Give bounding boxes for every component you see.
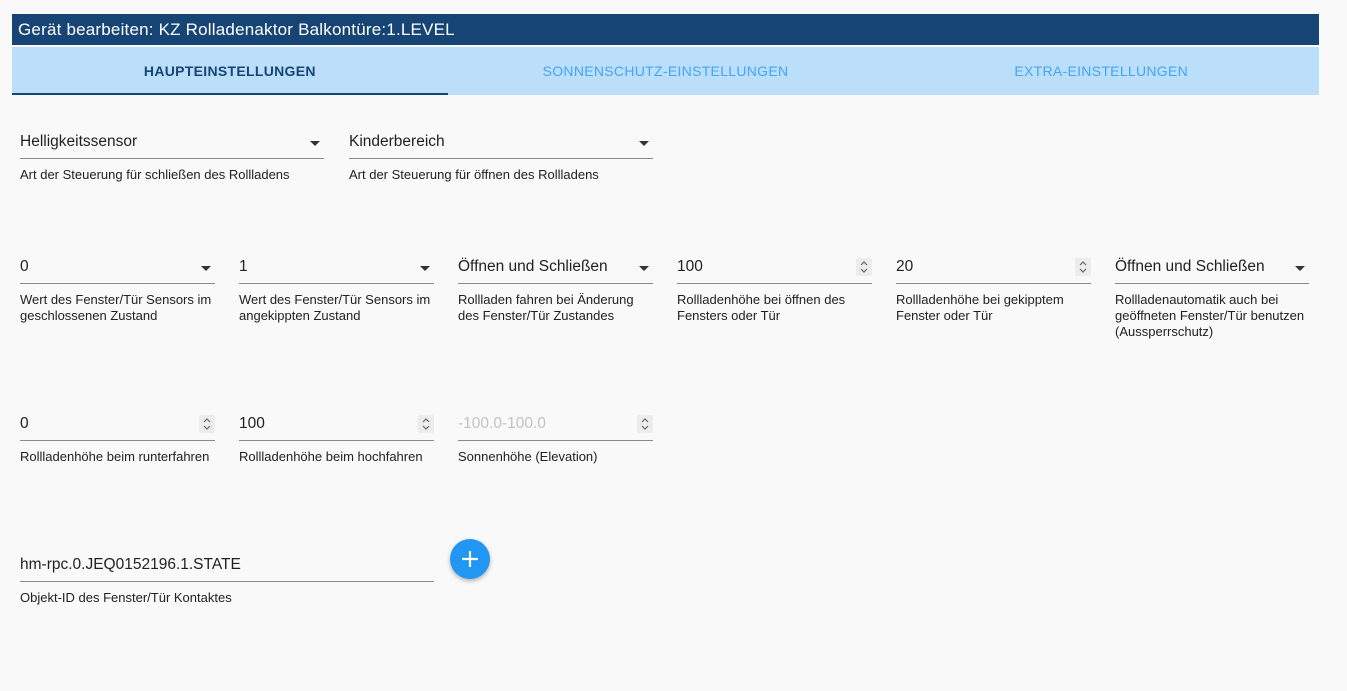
open-control-value: Kinderbereich bbox=[349, 133, 445, 150]
open-control-select[interactable]: Kinderbereich bbox=[349, 119, 653, 159]
lockout-protection-field: Öffnen und Schließen Rollladenautomatik … bbox=[1115, 244, 1309, 340]
chevron-down-icon bbox=[1295, 266, 1305, 271]
height-up-field: 100 Rollladenhöhe beim hochfahren bbox=[239, 401, 434, 465]
move-on-change-help: Rollladen fahren bei Änderung des Fenste… bbox=[458, 292, 634, 323]
spin-arrows-icon[interactable] bbox=[637, 415, 653, 433]
height-down-value: 0 bbox=[20, 415, 29, 432]
sensor-tilted-help: Wert des Fenster/Tür Sensors im angekipp… bbox=[239, 292, 431, 323]
height-tilted-input[interactable]: 20 bbox=[896, 244, 1091, 284]
sun-elevation-help: Sonnenhöhe (Elevation) bbox=[458, 449, 598, 464]
sensor-closed-value: 0 bbox=[20, 258, 29, 275]
move-on-change-select[interactable]: Öffnen und Schließen bbox=[458, 244, 653, 284]
sensor-tilted-value: 1 bbox=[239, 258, 248, 275]
tab-bar: HAUPTEINSTELLUNGEN SONNENSCHUTZ-EINSTELL… bbox=[12, 47, 1319, 95]
height-open-input[interactable]: 100 bbox=[677, 244, 872, 284]
height-down-field: 0 Rollladenhöhe beim runterfahren bbox=[20, 401, 215, 465]
dialog-title: Gerät bearbeiten: KZ Rolladenaktor Balko… bbox=[12, 14, 1319, 45]
lockout-protection-help: Rollladenautomatik auch bei geöffneten F… bbox=[1115, 292, 1305, 339]
spin-arrows-icon[interactable] bbox=[418, 415, 434, 433]
chevron-down-icon bbox=[639, 266, 649, 271]
spin-arrows-icon[interactable] bbox=[856, 258, 872, 276]
close-control-value: Helligkeitssensor bbox=[20, 133, 138, 150]
chevron-down-icon bbox=[639, 141, 649, 146]
height-up-input[interactable]: 100 bbox=[239, 401, 434, 441]
sensor-closed-select[interactable]: 0 bbox=[20, 244, 215, 284]
object-id-help: Objekt-ID des Fenster/Tür Kontaktes bbox=[20, 590, 232, 605]
sun-elevation-input[interactable]: -100.0-100.0 bbox=[458, 401, 653, 441]
height-up-value: 100 bbox=[239, 415, 265, 432]
height-tilted-field: 20 Rollladenhöhe bei gekipptem Fenster o… bbox=[896, 244, 1091, 324]
height-down-input[interactable]: 0 bbox=[20, 401, 215, 441]
plus-icon bbox=[462, 551, 478, 567]
height-open-value: 100 bbox=[677, 258, 703, 275]
spin-arrows-icon[interactable] bbox=[199, 415, 215, 433]
sensor-tilted-select[interactable]: 1 bbox=[239, 244, 434, 284]
height-open-help: Rollladenhöhe bei öffnen des Fensters od… bbox=[677, 292, 846, 323]
move-on-change-field: Öffnen und Schließen Rollladen fahren be… bbox=[458, 244, 653, 324]
open-control-field: Kinderbereich Art der Steuerung für öffn… bbox=[349, 119, 653, 183]
tab-extra-einstellungen[interactable]: EXTRA-EINSTELLUNGEN bbox=[883, 47, 1319, 95]
object-id-field: hm-rpc.0.JEQ0152196.1.STATE Objekt-ID de… bbox=[20, 542, 434, 606]
tab-haupteinstellungen[interactable]: HAUPTEINSTELLUNGEN bbox=[12, 47, 448, 95]
height-tilted-value: 20 bbox=[896, 258, 914, 275]
sensor-closed-field: 0 Wert des Fenster/Tür Sensors im geschl… bbox=[20, 244, 215, 324]
close-control-field: Helligkeitssensor Art der Steuerung für … bbox=[20, 119, 324, 183]
chevron-down-icon bbox=[310, 141, 320, 146]
close-control-select[interactable]: Helligkeitssensor bbox=[20, 119, 324, 159]
sun-elevation-placeholder: -100.0-100.0 bbox=[458, 415, 546, 432]
tab-sonnenschutz-einstellungen[interactable]: SONNENSCHUTZ-EINSTELLUNGEN bbox=[448, 47, 884, 95]
object-id-value: hm-rpc.0.JEQ0152196.1.STATE bbox=[20, 556, 241, 573]
close-control-help: Art der Steuerung für schließen des Roll… bbox=[20, 167, 290, 182]
spin-arrows-icon[interactable] bbox=[1075, 258, 1091, 276]
chevron-down-icon bbox=[201, 266, 211, 271]
height-up-help: Rollladenhöhe beim hochfahren bbox=[239, 449, 423, 464]
lockout-protection-value: Öffnen und Schließen bbox=[1115, 258, 1265, 275]
move-on-change-value: Öffnen und Schließen bbox=[458, 258, 608, 275]
lockout-protection-select[interactable]: Öffnen und Schließen bbox=[1115, 244, 1309, 284]
height-open-field: 100 Rollladenhöhe bei öffnen des Fenster… bbox=[677, 244, 872, 324]
open-control-help: Art der Steuerung für öffnen des Rolllad… bbox=[349, 167, 599, 182]
sensor-tilted-field: 1 Wert des Fenster/Tür Sensors im angeki… bbox=[239, 244, 434, 324]
height-tilted-help: Rollladenhöhe bei gekipptem Fenster oder… bbox=[896, 292, 1064, 323]
height-down-help: Rollladenhöhe beim runterfahren bbox=[20, 449, 210, 464]
object-id-input[interactable]: hm-rpc.0.JEQ0152196.1.STATE bbox=[20, 542, 434, 582]
add-button[interactable] bbox=[450, 539, 490, 579]
chevron-down-icon bbox=[420, 266, 430, 271]
sun-elevation-field: -100.0-100.0 Sonnenhöhe (Elevation) bbox=[458, 401, 653, 465]
sensor-closed-help: Wert des Fenster/Tür Sensors im geschlos… bbox=[20, 292, 212, 323]
